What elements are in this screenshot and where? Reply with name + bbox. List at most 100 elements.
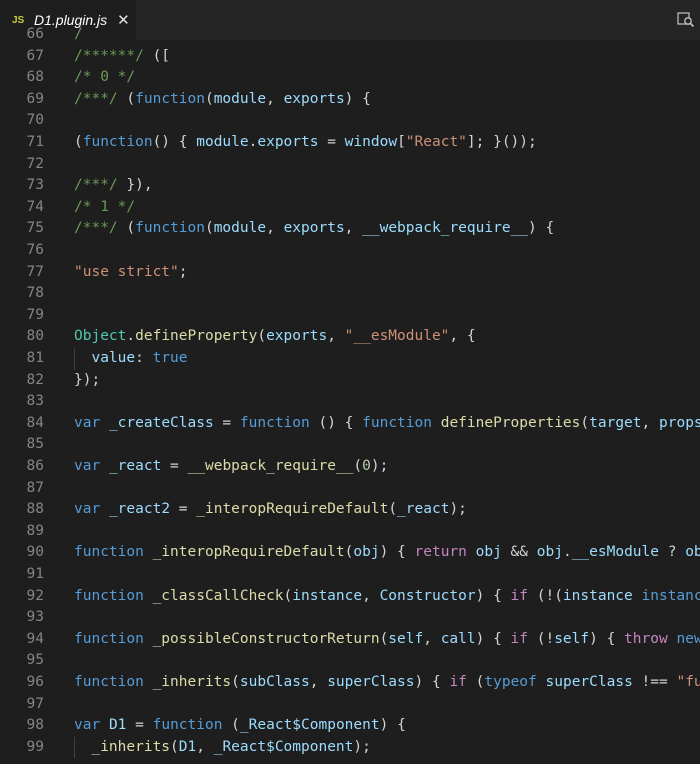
code-token: _react2 bbox=[108, 501, 171, 518]
code-token: D1 bbox=[178, 738, 197, 755]
code-line: 86 var _react = __webpack_require__(0); bbox=[0, 456, 700, 478]
line-number: 91 bbox=[26, 566, 44, 582]
code-token: !== bbox=[632, 674, 677, 690]
line-number: 78 bbox=[26, 285, 44, 302]
code-text: var D1 = function (_React$Component) { bbox=[74, 715, 406, 737]
code-token: , bbox=[309, 674, 328, 690]
code-token: () { bbox=[152, 134, 197, 150]
code-line: 85 bbox=[0, 434, 700, 456]
code-token: . bbox=[562, 544, 572, 561]
line-number: 85 bbox=[26, 436, 44, 453]
code-token: = bbox=[213, 414, 240, 431]
code-token: true bbox=[152, 350, 188, 366]
code-token: defineProperties bbox=[440, 414, 581, 431]
code-token: /***/ bbox=[74, 177, 118, 194]
code-token: function bbox=[74, 544, 144, 561]
code-token: ( bbox=[222, 717, 240, 734]
code-token: function bbox=[135, 220, 205, 237]
code-token: _React$Component bbox=[213, 738, 354, 755]
code-token: function bbox=[152, 717, 223, 734]
line-number: 97 bbox=[26, 695, 44, 712]
line-number: 71 bbox=[26, 134, 44, 150]
code-token: /***/ bbox=[74, 220, 118, 237]
code-token: _possibleConstructorReturn bbox=[152, 630, 380, 647]
code-text: / bbox=[74, 24, 83, 46]
code-line: 81 value: true bbox=[0, 348, 700, 370]
code-token: ]; }()); bbox=[466, 134, 537, 150]
code-token: superClass bbox=[545, 674, 633, 690]
code-token: ); bbox=[449, 501, 467, 518]
code-token: }), bbox=[117, 177, 153, 194]
code-text: Object.defineProperty(exports, "__esModu… bbox=[74, 326, 476, 348]
code-token: exports bbox=[257, 134, 319, 150]
code-token: _createClass bbox=[108, 414, 214, 431]
code-token: obj bbox=[475, 544, 502, 561]
code-token: ( bbox=[231, 674, 240, 690]
code-token: return bbox=[414, 544, 467, 561]
line-number: 74 bbox=[26, 198, 44, 215]
code-token: function bbox=[74, 587, 144, 604]
code-token: ( bbox=[117, 90, 136, 107]
code-text: /* 1 */ bbox=[74, 197, 135, 219]
code-line: 74 /* 1 */ bbox=[0, 197, 700, 219]
code-token: _classCallCheck bbox=[152, 587, 284, 604]
code-token: 0 bbox=[362, 458, 371, 474]
code-text: /******/ ([ bbox=[74, 46, 170, 68]
code-token: ( bbox=[353, 458, 363, 474]
code-token: ; bbox=[178, 263, 188, 280]
code-token: ( bbox=[204, 90, 214, 107]
code-token: / bbox=[74, 26, 83, 42]
code-text: function _possibleConstructorReturn(self… bbox=[74, 629, 700, 651]
code-token: (! bbox=[528, 630, 555, 647]
code-token: ob bbox=[685, 544, 700, 561]
line-number: 81 bbox=[26, 350, 44, 366]
code-line: 73 /***/ }), bbox=[0, 175, 700, 197]
code-token: _React$Component bbox=[239, 717, 380, 734]
code-token: defineProperty bbox=[135, 328, 258, 345]
code-token: var bbox=[74, 717, 101, 734]
code-token: new bbox=[676, 630, 700, 647]
line-number: 92 bbox=[26, 587, 44, 604]
code-text: (function() { module.exports = window["R… bbox=[74, 132, 537, 154]
code-token: obj bbox=[353, 544, 380, 561]
indent-guide bbox=[74, 348, 75, 370]
code-line: 71 (function() { module.exports = window[… bbox=[0, 132, 700, 154]
code-token: }); bbox=[74, 371, 101, 388]
code-token: var bbox=[74, 501, 101, 518]
code-token: , bbox=[266, 90, 284, 107]
code-token: exports bbox=[283, 220, 345, 237]
code-line: 99 _inherits(D1, _React$Component); bbox=[0, 737, 700, 759]
code-text: /***/ (function(module, exports, __webpa… bbox=[74, 218, 554, 240]
code-line: 87 bbox=[0, 478, 700, 500]
code-token: _inherits bbox=[91, 738, 171, 755]
code-token: = bbox=[161, 458, 188, 474]
code-token: obj bbox=[536, 544, 563, 561]
code-token: props bbox=[659, 414, 700, 431]
code-token: subClass bbox=[239, 674, 310, 690]
code-token: if bbox=[510, 630, 528, 647]
code-line: 88 var _react2 = _interopRequireDefault(_… bbox=[0, 499, 700, 521]
code-token: function bbox=[82, 134, 153, 150]
code-token: [ bbox=[397, 134, 406, 150]
code-token: = bbox=[126, 717, 153, 734]
code-token: value bbox=[91, 350, 136, 366]
code-token: ); bbox=[353, 738, 371, 755]
code-token: /* 1 */ bbox=[74, 198, 136, 215]
code-line: 70 bbox=[0, 110, 700, 132]
code-token: target bbox=[589, 414, 642, 431]
code-token: __esModule bbox=[571, 544, 659, 561]
code-line: 89 bbox=[0, 521, 700, 543]
code-line: 72 bbox=[0, 154, 700, 176]
line-number: 93 bbox=[26, 609, 44, 626]
code-token: ) { bbox=[379, 717, 406, 734]
code-token: var bbox=[74, 414, 101, 431]
code-token: = bbox=[318, 134, 345, 150]
